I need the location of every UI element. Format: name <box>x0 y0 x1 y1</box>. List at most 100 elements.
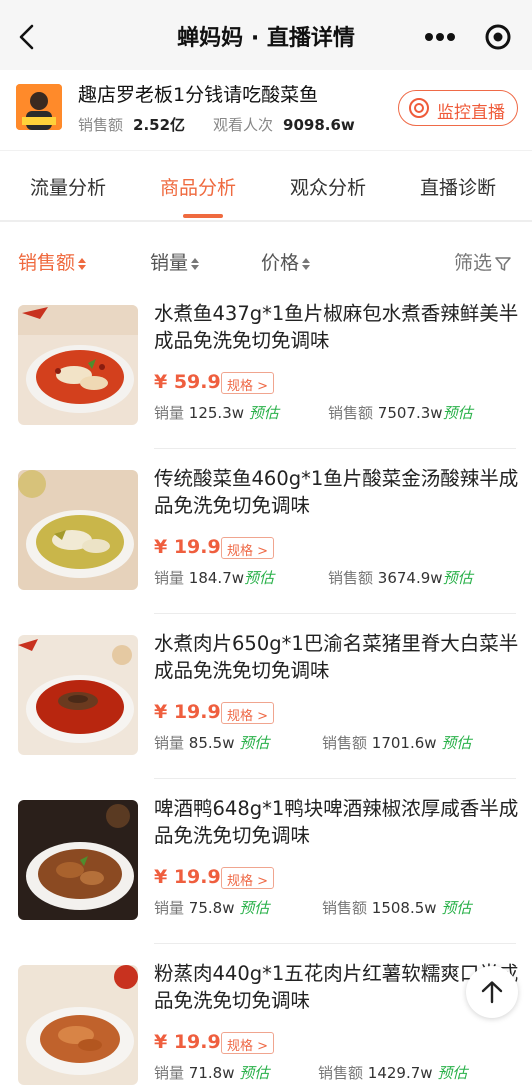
sort-bar: 销售额 销量 价格 筛选 <box>0 230 532 290</box>
sort-sales-label: 销量 <box>150 252 189 274</box>
spec-button[interactable]: 规格 > <box>221 537 275 559</box>
gmv-label: 销售额 <box>328 569 374 587</box>
gmv-label: 销售额 <box>318 1064 364 1082</box>
tab-audience-analysis[interactable]: 观众分析 <box>290 173 366 200</box>
sales-label: 销量 <box>154 569 185 587</box>
close-miniprogram-icon[interactable] <box>474 14 524 60</box>
estimate-tag: 预估 <box>442 569 473 587</box>
spec-label: 规格 <box>227 709 254 724</box>
sales-label: 销售额 <box>78 116 124 134</box>
live-stream-header: 趣店罗老板1分钱请吃酸菜鱼 销售额 2.52亿 观看人次 9098.6w 监控直播 <box>0 70 532 150</box>
product-item[interactable]: 传统酸菜鱼460g*1鱼片酸菜金汤酸辣半成品免洗免切免调味 ¥ 19.9 规格 … <box>0 449 532 614</box>
spec-button[interactable]: 规格 > <box>221 1032 275 1054</box>
sort-price-label: 价格 <box>261 252 300 274</box>
sort-by-gmv[interactable]: 销售额 <box>18 248 87 275</box>
product-sales: 销量 184.7w预估 <box>154 567 274 588</box>
sales-value: 75.8w <box>188 899 235 917</box>
estimate-tag: 预估 <box>239 734 270 752</box>
product-list: 水煮鱼437g*1鱼片椒麻包水煮香辣鲜美半成品免洗免切免调味 ¥ 59.9 规格… <box>0 284 532 1090</box>
sales-label: 销量 <box>154 1064 185 1082</box>
product-image <box>18 965 138 1085</box>
product-price: ¥ 19.9 <box>154 1031 221 1053</box>
product-name: 水煮肉片650g*1巴渝名菜猪里脊大白菜半成品免洗免切免调味 <box>154 632 519 682</box>
product-image <box>18 800 138 920</box>
sort-arrows-icon <box>191 257 200 270</box>
product-item[interactable]: 粉蒸肉440g*1五花肉片红薯软糯爽口半成品免洗免切免调味 ¥ 19.9 规格 … <box>0 944 532 1090</box>
product-price: ¥ 19.9 <box>154 536 221 558</box>
sales-value: 184.7w <box>188 569 245 587</box>
spec-button[interactable]: 规格 > <box>221 702 275 724</box>
active-tab-indicator <box>183 214 223 218</box>
arrow-up-icon <box>481 981 503 1004</box>
sort-arrows-icon <box>78 257 87 270</box>
spec-button[interactable]: 规格 > <box>221 867 275 889</box>
product-name: 水煮鱼437g*1鱼片椒麻包水煮香辣鲜美半成品免洗免切免调味 <box>154 302 519 352</box>
sales-value: 125.3w <box>188 404 245 422</box>
filter-label: 筛选 <box>454 252 493 274</box>
estimate-tag: 预估 <box>248 404 279 422</box>
gmv-value: 3674.9w <box>377 569 443 587</box>
sales-label: 销量 <box>154 404 185 422</box>
product-sales: 销量 125.3w 预估 <box>154 402 279 423</box>
product-gmv: 销售额 7507.3w预估 <box>328 402 473 423</box>
gmv-value: 1701.6w <box>371 734 437 752</box>
product-price: ¥ 59.9 <box>154 371 221 393</box>
sales-value: 2.52亿 <box>133 116 186 134</box>
product-price: ¥ 19.9 <box>154 866 221 888</box>
sort-gmv-label: 销售额 <box>18 252 76 274</box>
product-sales: 销量 71.8w 预估 <box>154 1062 269 1083</box>
gmv-value: 7507.3w <box>377 404 443 422</box>
back-to-top-button[interactable] <box>466 966 518 1018</box>
product-gmv: 销售额 1429.7w 预估 <box>318 1062 467 1083</box>
gmv-label: 销售额 <box>322 734 368 752</box>
estimate-tag: 预估 <box>239 899 270 917</box>
product-gmv: 销售额 1508.5w 预估 <box>322 897 471 918</box>
filter-funnel-icon <box>495 256 511 271</box>
spec-label: 规格 <box>227 379 254 394</box>
more-options-icon[interactable] <box>412 14 466 60</box>
tab-live-diagnosis[interactable]: 直播诊断 <box>420 173 496 200</box>
navigation-bar: 蝉妈妈 · 直播详情 <box>0 0 532 70</box>
product-image <box>18 635 138 755</box>
product-name: 啤酒鸭648g*1鸭块啤酒辣椒浓厚咸香半成品免洗免切免调味 <box>154 797 519 847</box>
sales-label: 销量 <box>154 899 185 917</box>
sort-by-sales[interactable]: 销量 <box>150 248 200 275</box>
product-price: ¥ 19.9 <box>154 701 221 723</box>
spec-label: 规格 <box>227 544 254 559</box>
spec-label: 规格 <box>227 1039 254 1054</box>
product-name: 粉蒸肉440g*1五花肉片红薯软糯爽口半成品免洗免切免调味 <box>154 962 519 1012</box>
product-item[interactable]: 水煮鱼437g*1鱼片椒麻包水煮香辣鲜美半成品免洗免切免调味 ¥ 59.9 规格… <box>0 284 532 449</box>
monitor-icon <box>409 98 429 118</box>
analysis-tabs: 流量分析 商品分析 观众分析 直播诊断 <box>0 150 532 222</box>
live-stream-title: 趣店罗老板1分钱请吃酸菜鱼 <box>78 84 319 106</box>
product-sales: 销量 85.5w 预估 <box>154 732 269 753</box>
product-gmv: 销售额 3674.9w预估 <box>328 567 473 588</box>
monitor-live-button[interactable]: 监控直播 <box>398 90 518 126</box>
estimate-tag: 预估 <box>442 404 473 422</box>
sort-arrows-icon <box>302 257 311 270</box>
product-image <box>18 470 138 590</box>
viewers-label: 观看人次 <box>213 116 274 134</box>
spec-label: 规格 <box>227 874 254 889</box>
estimate-tag: 预估 <box>239 1064 270 1082</box>
estimate-tag: 预估 <box>244 569 275 587</box>
gmv-label: 销售额 <box>328 404 374 422</box>
product-sales: 销量 75.8w 预估 <box>154 897 269 918</box>
sales-value: 85.5w <box>188 734 235 752</box>
streamer-avatar <box>16 84 62 130</box>
spec-button[interactable]: 规格 > <box>221 372 275 394</box>
gmv-label: 销售额 <box>322 899 368 917</box>
tab-product-analysis[interactable]: 商品分析 <box>160 173 236 200</box>
product-image <box>18 305 138 425</box>
tab-traffic-analysis[interactable]: 流量分析 <box>30 173 106 200</box>
product-item[interactable]: 水煮肉片650g*1巴渝名菜猪里脊大白菜半成品免洗免切免调味 ¥ 19.9 规格… <box>0 614 532 779</box>
product-item[interactable]: 啤酒鸭648g*1鸭块啤酒辣椒浓厚咸香半成品免洗免切免调味 ¥ 19.9 规格 … <box>0 779 532 944</box>
gmv-value: 1429.7w <box>367 1064 433 1082</box>
filter-button[interactable]: 筛选 <box>454 248 512 275</box>
estimate-tag: 预估 <box>441 734 472 752</box>
sort-by-price[interactable]: 价格 <box>261 248 311 275</box>
estimate-tag: 预估 <box>441 899 472 917</box>
estimate-tag: 预估 <box>437 1064 468 1082</box>
sales-label: 销量 <box>154 734 185 752</box>
product-name: 传统酸菜鱼460g*1鱼片酸菜金汤酸辣半成品免洗免切免调味 <box>154 467 519 517</box>
